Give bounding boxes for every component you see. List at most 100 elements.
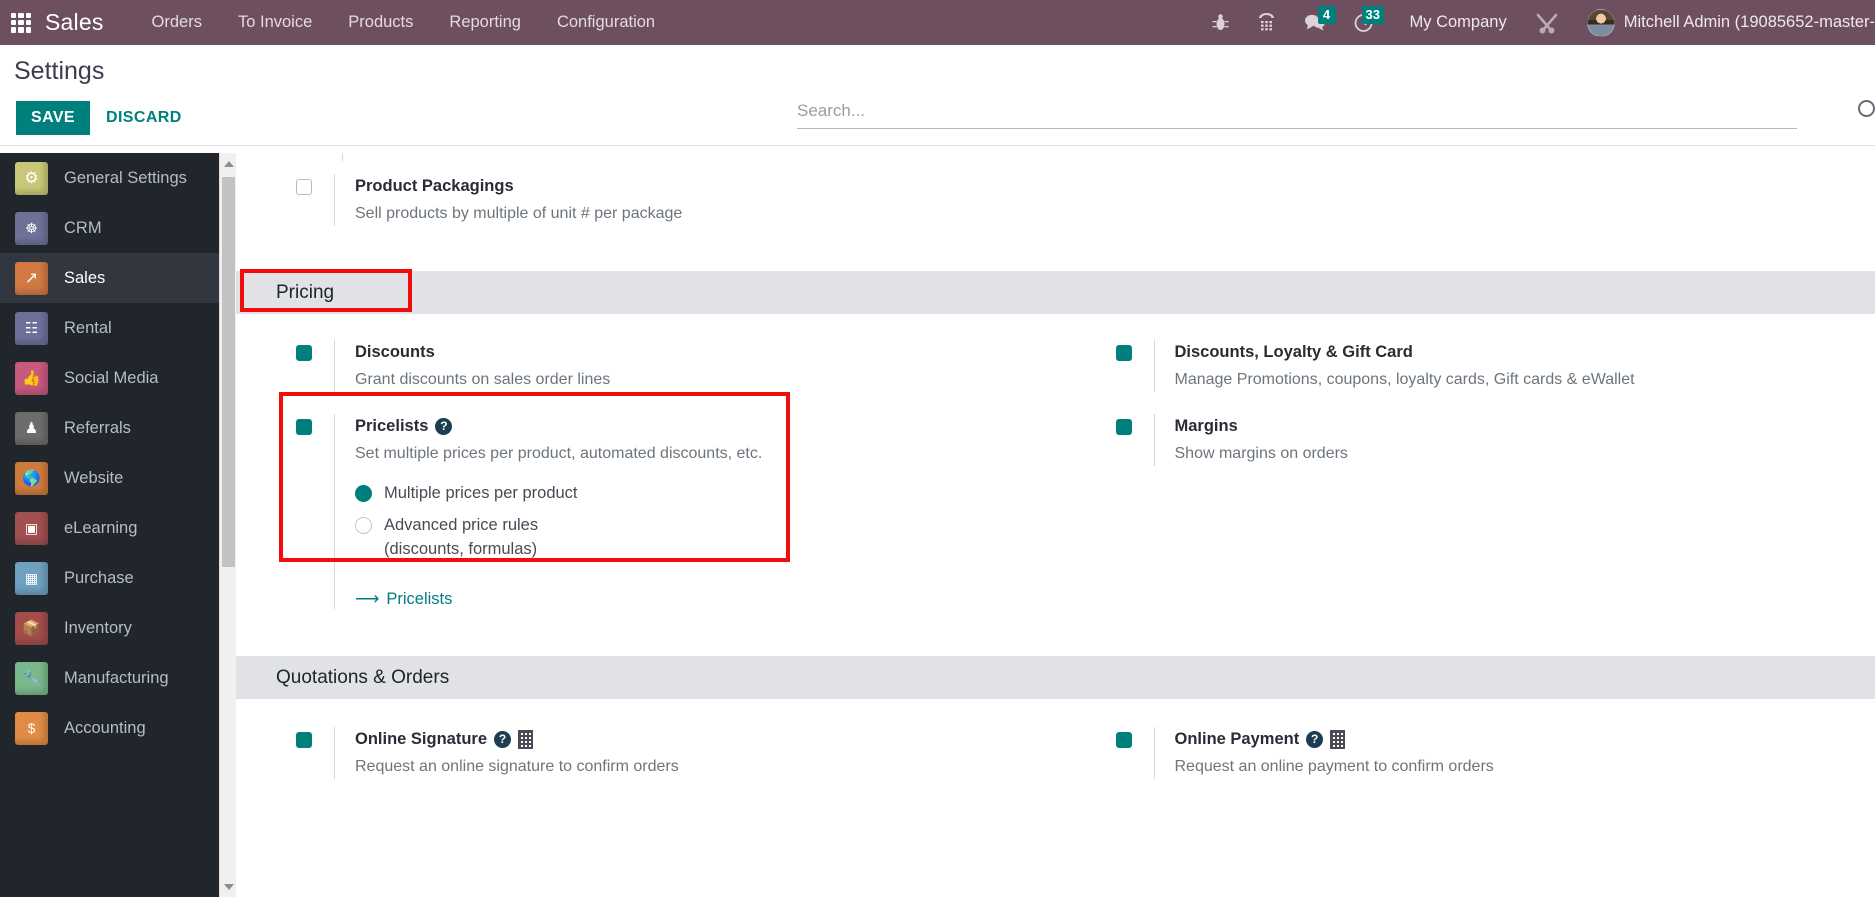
setting-body: Product Packagings Sell products by mult… [334,174,682,226]
sidebar-item-label: Social Media [64,368,159,387]
sidebar-item-label: Referrals [64,418,131,437]
setting-title: Discounts, Loyalty & Gift Card [1175,340,1635,364]
margins-checkbox[interactable] [1115,419,1132,435]
setting-discounts: Discounts Grant discounts on sales order… [296,328,1056,392]
setting-column-left: Product Packagings Sell products by mult… [236,162,1056,226]
section-header-pricing: Pricing [236,271,1875,314]
scrollbar-thumb[interactable] [222,177,235,567]
radio-label: Advanced price rules [384,516,539,534]
sidebar-item-label: eLearning [64,518,138,537]
sidebar-item-label: Sales [64,268,106,287]
company-scope-icon[interactable] [518,729,534,749]
top-navbar: Sales Orders To Invoice Products Reporti… [0,0,1875,45]
sidebar-item-social-media[interactable]: 👍 Social Media [0,353,219,403]
settings-content: Product Packagings Sell products by mult… [236,153,1875,897]
sidebar-item-elearning[interactable]: ▣ eLearning [0,503,219,553]
setting-description: Set multiple prices per product, automat… [355,445,763,462]
sidebar-item-label: Rental [64,318,112,337]
pricelists-link[interactable]: ⟶ Pricelists [355,589,452,609]
setting-label: Discounts [355,343,435,361]
sidebar-item-website[interactable]: 🌎 Website [0,453,219,503]
pricelist-mode-radio-group[interactable]: Multiple prices per product Advanced pri… [355,481,762,561]
settings-scrollbar[interactable] [219,153,237,897]
person-cape-icon: ♟ [15,411,48,445]
presentation-icon: ▣ [15,511,48,545]
online-signature-checkbox[interactable] [296,732,312,748]
loyalty-checkbox[interactable] [1115,345,1132,361]
nav-products[interactable]: Products [330,0,431,45]
product-packagings-checkbox[interactable] [296,179,312,195]
radio-multiple-prices-per-product[interactable]: Multiple prices per product [355,481,762,505]
section-title: Quotations & Orders [276,666,450,688]
bug-icon[interactable] [1198,0,1243,45]
setting-description: Request an online signature to confirm o… [355,758,679,775]
scroll-up-arrow-icon[interactable] [220,153,237,174]
settings-sidebar[interactable]: ⚙ General Settings ☸ CRM ↗ Sales ☷ Renta… [0,153,219,897]
globe-icon: 🌎 [15,461,48,495]
pricing-settings-row: Discounts Grant discounts on sales order… [236,314,1875,609]
apps-menu-icon[interactable] [11,12,31,33]
control-panel: Settings SAVE DISCARD [0,45,1875,146]
sidebar-item-sales[interactable]: ↗ Sales [0,253,219,303]
sidebar-item-label: Inventory [64,618,132,637]
section-title: Pricing [276,281,335,303]
sidebar-item-inventory[interactable]: 📦 Inventory [0,603,219,653]
topbar-right-group: 4 33 My Company Mitchell Admin (19085652… [1198,0,1875,45]
nav-reporting[interactable]: Reporting [431,0,539,45]
messages-icon[interactable]: 4 [1290,0,1340,45]
company-scope-icon[interactable] [1330,729,1346,749]
save-button[interactable]: SAVE [16,101,90,135]
sidebar-item-label: CRM [64,218,102,237]
radio-unselected-icon[interactable] [355,517,372,534]
setting-label: Product Packagings [355,177,514,195]
link-label: Pricelists [386,589,453,608]
invoice-dollar-icon: $ [15,711,48,745]
help-icon[interactable]: ? [1306,730,1324,748]
radio-selected-icon[interactable] [355,485,372,502]
setting-title: Product Packagings [355,174,682,198]
company-switcher[interactable]: My Company [1396,13,1521,32]
credit-card-icon: ▦ [15,561,48,595]
setting-title: Online Payment ? [1175,727,1494,751]
nav-orders[interactable]: Orders [134,0,220,45]
search-icon[interactable] [1858,100,1875,117]
pricing-column-right: Discounts, Loyalty & Gift Card Manage Pr… [1056,328,1875,609]
section-header-quotations-orders: Quotations & Orders [236,656,1875,699]
nav-configuration[interactable]: Configuration [539,0,673,45]
quotations-column-left: Online Signature ? Request an online sig… [236,715,1056,779]
sidebar-item-crm[interactable]: ☸ CRM [0,203,219,253]
sidebar-item-referrals[interactable]: ♟ Referrals [0,403,219,453]
setting-body: Discounts, Loyalty & Gift Card Manage Pr… [1153,340,1635,392]
avatar[interactable] [1586,8,1615,37]
sidebar-item-manufacturing[interactable]: 🔧 Manufacturing [0,653,219,703]
discard-button[interactable]: DISCARD [92,101,196,135]
pricing-column-left: Discounts Grant discounts on sales order… [236,328,1056,609]
tools-icon[interactable] [1521,0,1573,45]
sidebar-item-accounting[interactable]: $ Accounting [0,703,219,753]
app-brand-sales[interactable]: Sales [45,9,104,36]
pricelists-checkbox[interactable] [296,419,312,435]
scroll-down-arrow-icon[interactable] [220,876,237,897]
help-icon[interactable]: ? [435,417,453,435]
setting-description: Request an online payment to confirm ord… [1174,758,1494,775]
setting-label: Margins [1174,417,1238,435]
radio-label-wrap: Advanced price rules (discounts, formula… [384,513,538,561]
setting-margins: Margins Show margins on orders [1115,392,1875,466]
sidebar-item-rental[interactable]: ☷ Rental [0,303,219,353]
help-icon[interactable]: ? [494,730,512,748]
arrow-right-icon: ⟶ [355,589,380,608]
phone-dialpad-icon[interactable] [1243,0,1290,45]
discounts-checkbox[interactable] [296,345,312,361]
setting-title: Pricelists ? [355,414,762,438]
sidebar-item-purchase[interactable]: ▦ Purchase [0,553,219,603]
radio-advanced-price-rules[interactable]: Advanced price rules (discounts, formula… [355,513,762,561]
search-input[interactable] [797,93,1797,129]
activities-clock-icon[interactable]: 33 [1340,0,1396,45]
nav-to-invoice[interactable]: To Invoice [220,0,330,45]
setting-description: Manage Promotions, coupons, loyalty card… [1174,371,1635,388]
sidebar-item-label: Manufacturing [64,668,169,687]
sidebar-item-general-settings[interactable]: ⚙ General Settings [0,153,219,203]
online-payment-checkbox[interactable] [1115,732,1132,748]
user-menu[interactable]: Mitchell Admin (19085652-master- [1624,13,1875,32]
gear-icon: ⚙ [15,161,48,195]
